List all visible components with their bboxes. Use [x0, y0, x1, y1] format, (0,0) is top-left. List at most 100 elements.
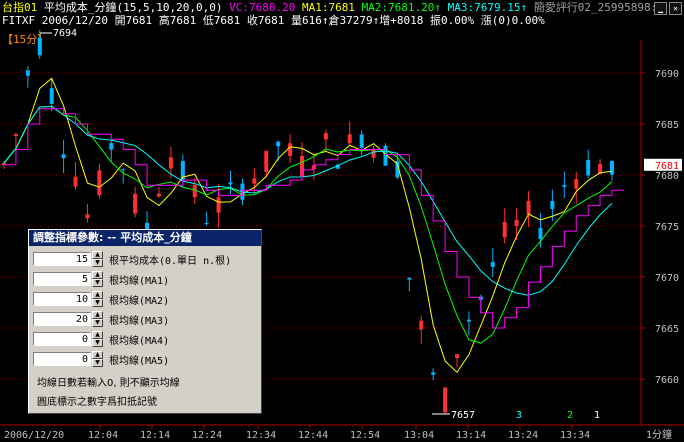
note-zero-ma: 均線日數若輸入0, 則不顯示均線 — [37, 378, 180, 389]
param-label: 根均線(MA4) — [109, 335, 170, 347]
candle-body — [323, 133, 328, 140]
spin-down-icon[interactable]: ▼ — [92, 359, 103, 367]
x-tick-label: 12:14 — [140, 430, 170, 441]
spin-up-icon[interactable]: ▲ — [92, 271, 103, 279]
param-value-input[interactable]: 10 — [33, 292, 91, 306]
spin-up-icon[interactable]: ▲ — [92, 311, 103, 319]
param-value-input[interactable]: 20 — [33, 312, 91, 326]
high-label: 7694 — [53, 28, 77, 39]
indicator-param-dialog: 調整指標參數: -- 平均成本_分鐘 15 ▲ ▼ 根平均成本(0.單日 n.根) 5 ▲… — [28, 229, 262, 414]
param-value-input[interactable]: 15 — [33, 252, 91, 266]
candle-body — [407, 277, 412, 280]
candle-body — [347, 134, 352, 144]
param-label: 根均線(MA5) — [109, 355, 170, 367]
candle-body — [204, 223, 209, 225]
param-row: 10 ▲ ▼ 根均線(MA2) — [33, 290, 169, 308]
param-label: 根均線(MA2) — [109, 295, 170, 307]
x-tick-label: 13:04 — [404, 430, 434, 441]
candle-body — [13, 134, 18, 136]
param-row: 20 ▲ ▼ 根均線(MA3) — [33, 310, 169, 328]
candle-body — [359, 134, 364, 148]
param-label: 根平均成本(0.單日 n.根) — [109, 255, 232, 267]
candle-body — [216, 197, 221, 213]
param-value-input[interactable]: 5 — [33, 272, 91, 286]
candle-body — [252, 178, 257, 184]
spin-down-icon[interactable]: ▼ — [92, 339, 103, 347]
x-tick-label: 2006/12/20 — [4, 430, 64, 441]
y-tick-label: 7690 — [655, 69, 679, 80]
param-value-input[interactable]: 0 — [33, 352, 91, 366]
candle-body — [276, 141, 281, 147]
y-tick-label: 7685 — [655, 120, 679, 131]
x-tick-label: 12:24 — [192, 430, 222, 441]
candle-body — [443, 387, 448, 413]
x-tick-label: 12:54 — [350, 430, 380, 441]
candle-body — [431, 372, 436, 375]
y-tick-label: 7675 — [655, 222, 679, 233]
deduction-marker: 1 — [594, 410, 600, 421]
spin-down-icon[interactable]: ▼ — [92, 279, 103, 287]
param-row: 0 ▲ ▼ 根均線(MA4) — [33, 330, 169, 348]
param-spinner[interactable]: ▲ ▼ — [92, 351, 103, 367]
param-spinner[interactable]: ▲ ▼ — [92, 251, 103, 267]
x-tick-label: 1分鐘 — [646, 428, 672, 441]
param-label: 根均線(MA3) — [109, 315, 170, 327]
candle-body — [73, 176, 78, 187]
candle-body — [574, 179, 579, 189]
param-row: 5 ▲ ▼ 根均線(MA1) — [33, 270, 169, 288]
low-label: 7657 — [451, 410, 475, 421]
candle-body — [168, 157, 173, 169]
candle-body — [49, 88, 54, 104]
spin-down-icon[interactable]: ▼ — [92, 259, 103, 267]
candle-body — [288, 143, 293, 156]
spin-up-icon[interactable]: ▲ — [92, 331, 103, 339]
note-deduction: 圓底標示之數字爲扣抵記號 — [37, 397, 157, 408]
param-spinner[interactable]: ▲ ▼ — [92, 291, 103, 307]
deduction-marker: 3 — [516, 410, 522, 421]
candle-body — [25, 70, 30, 76]
dialog-title[interactable]: 調整指標參數: -- 平均成本_分鐘 — [29, 230, 261, 246]
candle-body — [610, 160, 614, 175]
candle-body — [514, 219, 519, 227]
x-tick-label: 13:14 — [456, 430, 486, 441]
deduction-marker: 2 — [567, 410, 573, 421]
candle-body — [121, 169, 126, 171]
y-tick-label: 7660 — [655, 375, 679, 386]
candle-body — [455, 354, 460, 358]
x-tick-label: 13:24 — [508, 430, 538, 441]
spin-down-icon[interactable]: ▼ — [92, 299, 103, 307]
candle-body — [192, 185, 197, 198]
param-row: 0 ▲ ▼ 根均線(MA5) — [33, 350, 169, 368]
candle-body — [562, 185, 567, 187]
param-row: 15 ▲ ▼ 根平均成本(0.單日 n.根) — [33, 250, 231, 268]
y-tick-label: 7665 — [655, 324, 679, 335]
candle-body — [61, 154, 66, 159]
candle-body — [228, 182, 233, 185]
spin-up-icon[interactable]: ▲ — [92, 251, 103, 259]
param-spinner[interactable]: ▲ ▼ — [92, 331, 103, 347]
candle-body — [419, 320, 424, 330]
candle-body — [502, 221, 507, 238]
candle-body — [538, 227, 543, 239]
last-price-label: 7681 — [655, 161, 679, 172]
candle-body — [490, 261, 495, 267]
param-spinner[interactable]: ▲ ▼ — [92, 271, 103, 287]
param-label: 根均線(MA1) — [109, 275, 170, 287]
candle-body — [133, 193, 138, 214]
candle-body — [85, 214, 90, 219]
candle-body — [264, 150, 269, 172]
spin-up-icon[interactable]: ▲ — [92, 291, 103, 299]
x-tick-label: 13:34 — [560, 430, 590, 441]
candle-body — [156, 193, 161, 197]
candle-body — [526, 200, 531, 215]
y-tick-label: 7670 — [655, 273, 679, 284]
param-spinner[interactable]: ▲ ▼ — [92, 311, 103, 327]
candle-body — [37, 37, 42, 56]
y-tick-label: 7680 — [655, 171, 679, 182]
spin-up-icon[interactable]: ▲ — [92, 351, 103, 359]
spin-down-icon[interactable]: ▼ — [92, 319, 103, 327]
candle-body — [466, 319, 471, 322]
param-value-input[interactable]: 0 — [33, 332, 91, 346]
x-tick-label: 12:44 — [298, 430, 328, 441]
x-tick-label: 12:34 — [246, 430, 276, 441]
